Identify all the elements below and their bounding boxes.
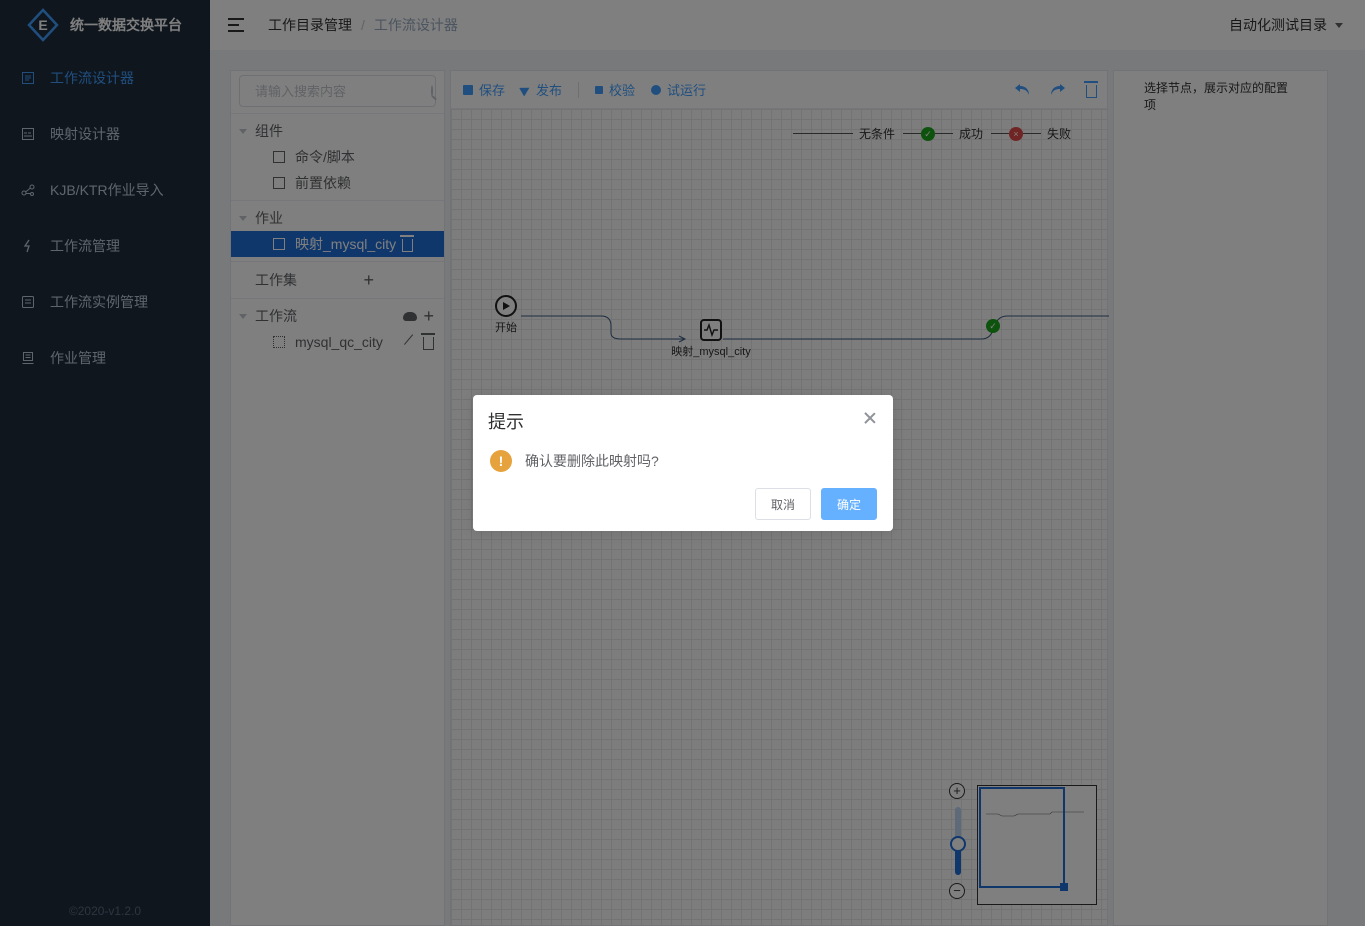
confirm-button[interactable]: 确定 xyxy=(820,488,877,520)
dialog-body: ! 确认要删除此映射吗? xyxy=(490,450,659,472)
close-icon[interactable] xyxy=(863,411,877,425)
dialog-message: 确认要删除此映射吗? xyxy=(525,453,659,469)
cancel-button[interactable]: 取消 xyxy=(754,488,811,520)
dialog-title: 提示 xyxy=(488,412,524,432)
warning-icon: ! xyxy=(490,450,512,472)
dialog-footer: 取消 确定 xyxy=(754,488,877,520)
confirm-dialog: 提示 ! 确认要删除此映射吗? 取消 确定 xyxy=(473,395,893,531)
